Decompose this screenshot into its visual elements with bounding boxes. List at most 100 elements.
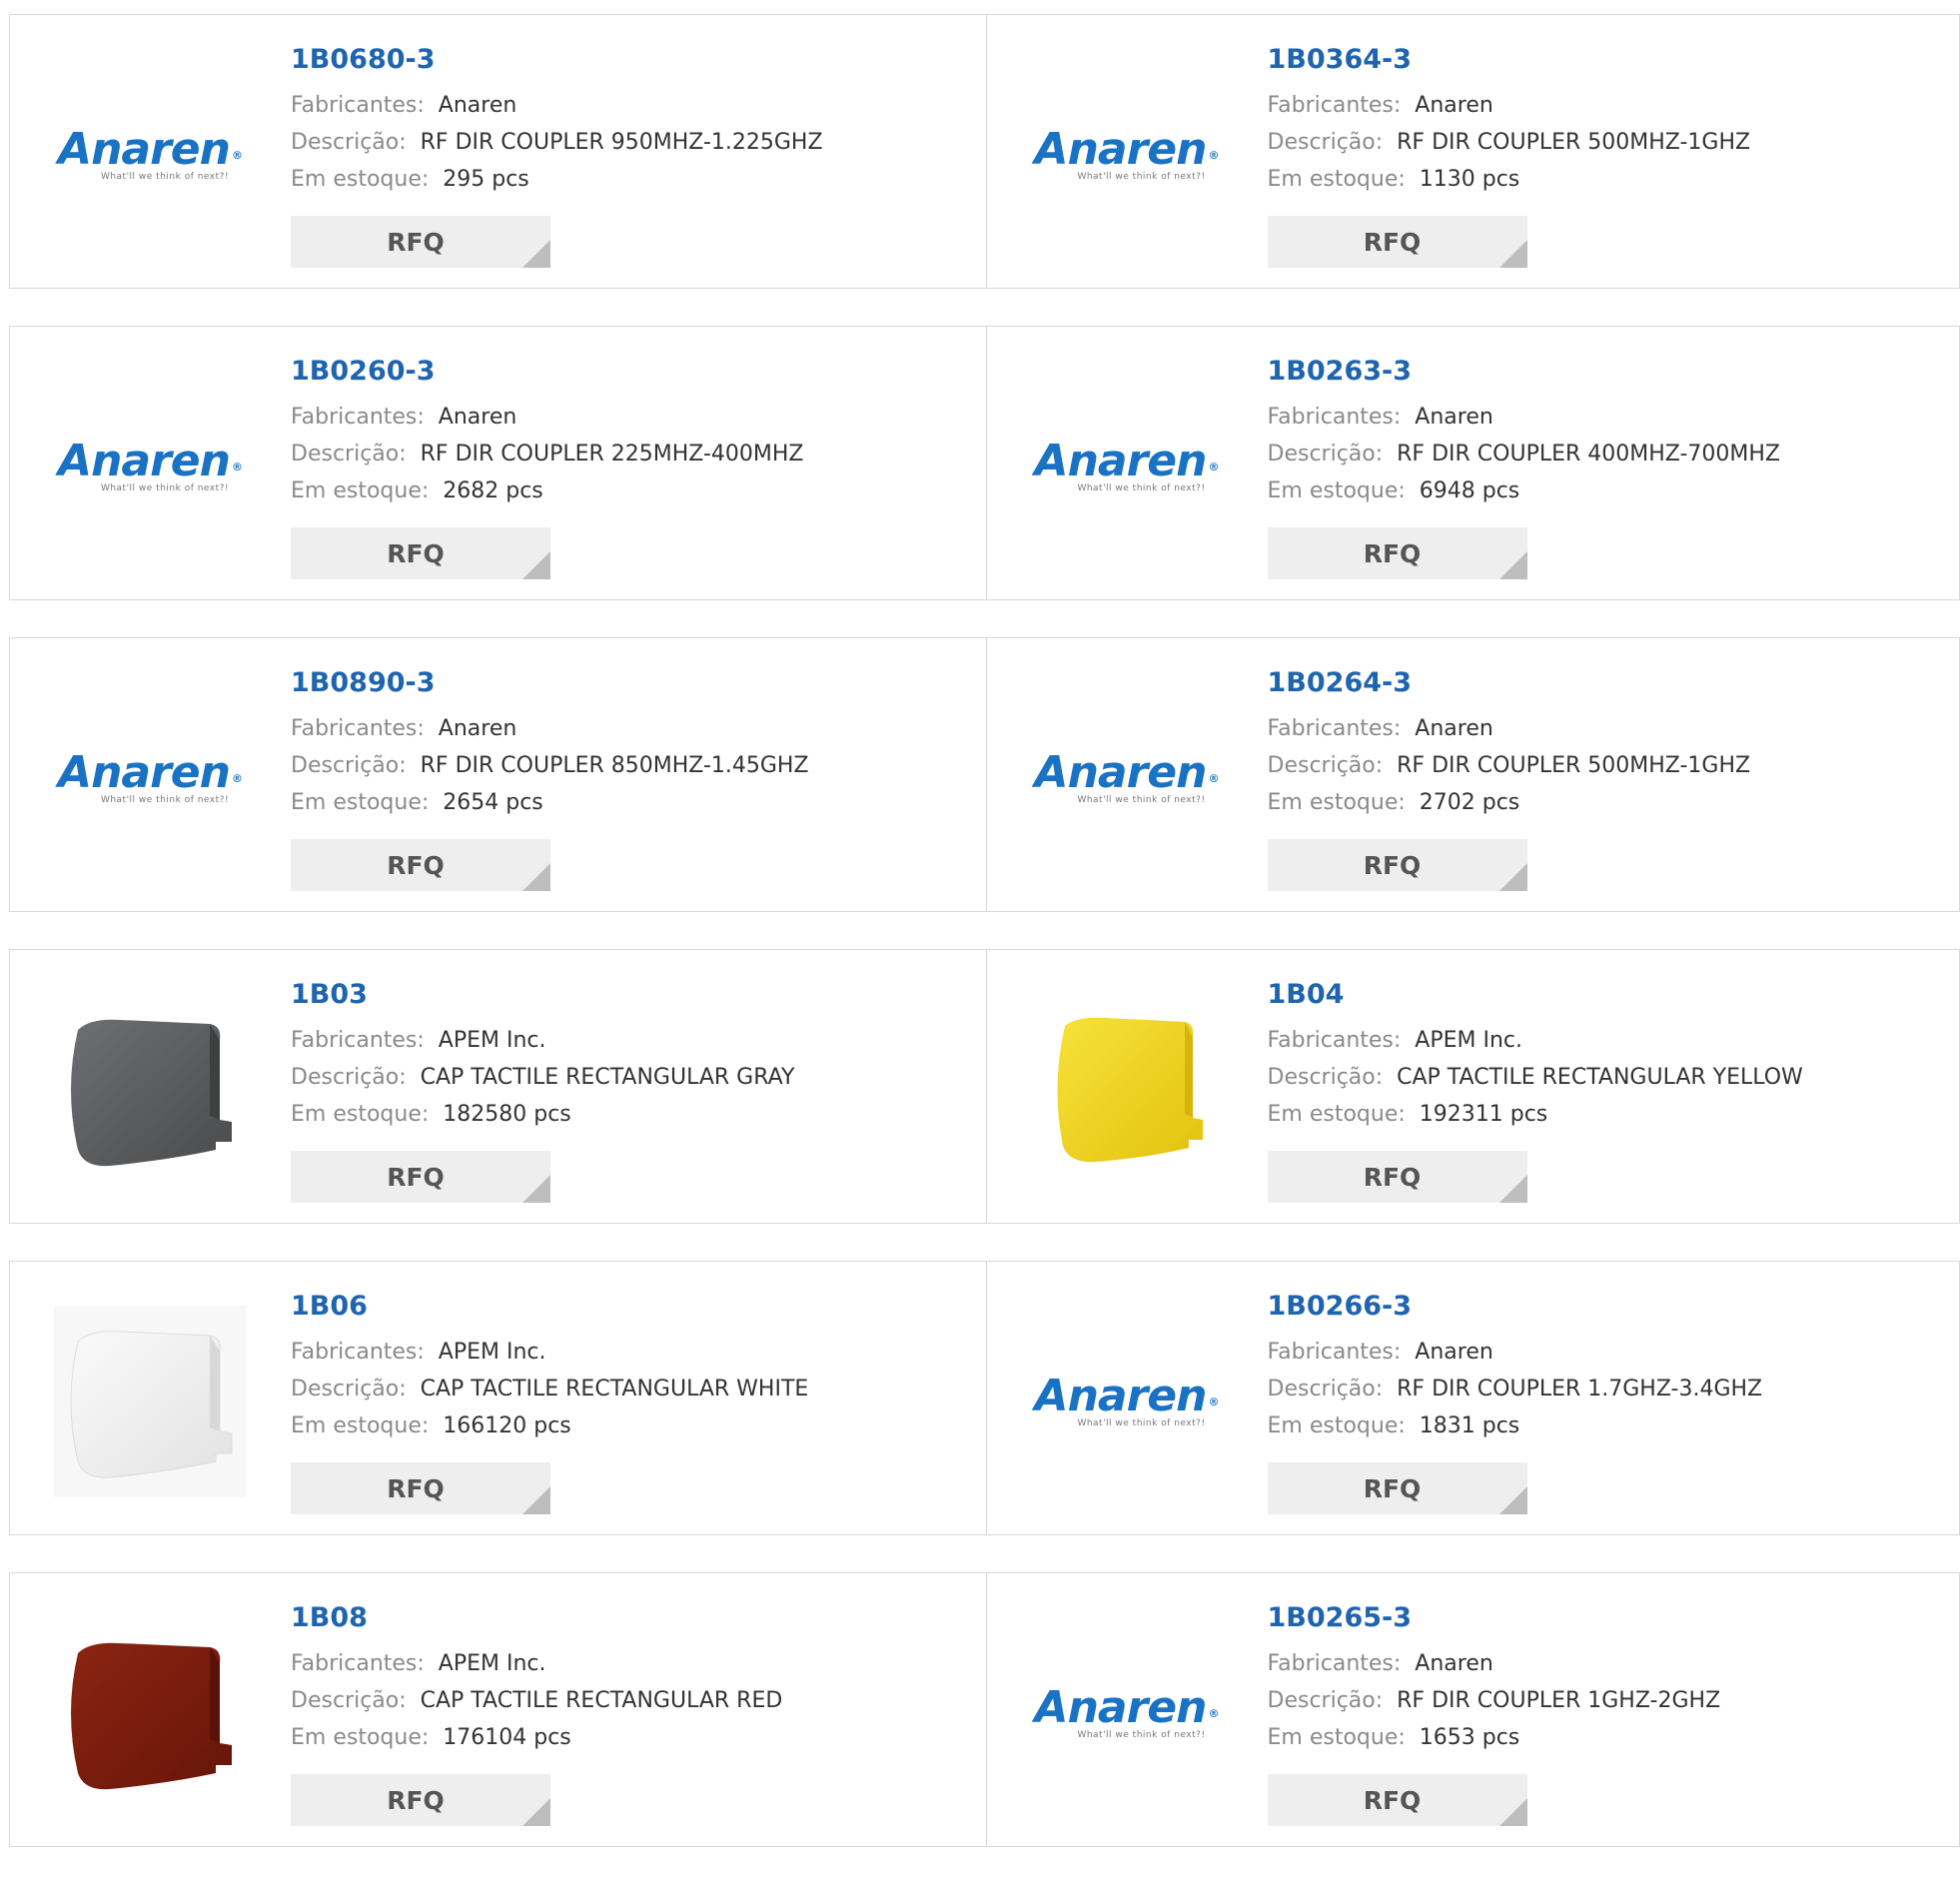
description-line: Descrição:CAP TACTILE RECTANGULAR WHITE: [291, 1371, 966, 1408]
stock-line: Em estoque:2682 pcs: [291, 472, 966, 509]
corner-triangle-icon: [522, 1798, 550, 1826]
stock-value: 182580 pcs: [443, 1102, 571, 1127]
description-value: RF DIR COUPLER 400MHZ-700MHZ: [1397, 442, 1780, 467]
anaren-logo[interactable]: Anaren®What'll we think of next?!: [45, 678, 255, 878]
stock-value: 295 pcs: [443, 167, 529, 192]
description-line: Descrição:RF DIR COUPLER 1GHZ-2GHZ: [1268, 1682, 1940, 1719]
manufacturer-value: Anaren: [439, 93, 517, 118]
yellow-cap-image[interactable]: [1022, 990, 1232, 1190]
product-card: 1B08 Fabricantes:APEM Inc. Descrição:CAP…: [9, 1572, 987, 1847]
gray-cap-image[interactable]: [45, 990, 255, 1190]
description-value: CAP TACTILE RECTANGULAR GRAY: [421, 1065, 795, 1090]
anaren-logo[interactable]: Anaren®What'll we think of next?!: [1022, 678, 1232, 878]
anaren-logo[interactable]: Anaren®What'll we think of next?!: [45, 55, 255, 255]
stock-line: Em estoque:1130 pcs: [1268, 161, 1940, 198]
part-number-link[interactable]: 1B0265-3: [1268, 1601, 1940, 1635]
manufacturer-value: APEM Inc.: [439, 1028, 546, 1053]
product-grid: Anaren®What'll we think of next?! 1B0680…: [9, 14, 1960, 1884]
description-value: RF DIR COUPLER 1.7GHZ-3.4GHZ: [1397, 1377, 1762, 1402]
part-number-link[interactable]: 1B03: [291, 978, 966, 1012]
manufacturer-value: Anaren: [1415, 716, 1493, 741]
red-cap-image[interactable]: [45, 1613, 255, 1813]
part-number-link[interactable]: 1B0364-3: [1268, 43, 1940, 77]
corner-triangle-icon: [522, 863, 550, 891]
manufacturer-line: Fabricantes:Anaren: [1268, 87, 1940, 124]
part-number-link[interactable]: 1B0264-3: [1268, 666, 1940, 700]
product-card: Anaren®What'll we think of next?! 1B0364…: [987, 14, 1960, 289]
rfq-button[interactable]: RFQ: [291, 839, 550, 891]
corner-triangle-icon: [1499, 1486, 1527, 1514]
part-number-link[interactable]: 1B0266-3: [1268, 1290, 1940, 1324]
product-card: 1B06 Fabricantes:APEM Inc. Descrição:CAP…: [9, 1261, 987, 1535]
part-number-link[interactable]: 1B08: [291, 1601, 966, 1635]
stock-line: Em estoque:176104 pcs: [291, 1719, 966, 1756]
stock-value: 192311 pcs: [1420, 1102, 1548, 1127]
stock-value: 2682 pcs: [443, 478, 543, 503]
description-line: Descrição:RF DIR COUPLER 500MHZ-1GHZ: [1268, 124, 1940, 161]
corner-triangle-icon: [522, 240, 550, 268]
part-number-link[interactable]: 1B0890-3: [291, 666, 966, 700]
anaren-logo[interactable]: Anaren®What'll we think of next?!: [1022, 55, 1232, 255]
product-card: Anaren®What'll we think of next?! 1B0260…: [9, 326, 987, 600]
manufacturer-line: Fabricantes:APEM Inc.: [291, 1022, 966, 1059]
description-value: RF DIR COUPLER 950MHZ-1.225GHZ: [421, 130, 823, 155]
manufacturer-value: Anaren: [1415, 405, 1493, 430]
corner-triangle-icon: [522, 1486, 550, 1514]
manufacturer-line: Fabricantes:Anaren: [291, 399, 966, 436]
description-line: Descrição:RF DIR COUPLER 500MHZ-1GHZ: [1268, 747, 1940, 784]
corner-triangle-icon: [1499, 551, 1527, 579]
description-line: Descrição:CAP TACTILE RECTANGULAR YELLOW: [1268, 1059, 1940, 1096]
manufacturer-value: APEM Inc.: [1415, 1028, 1522, 1053]
part-number-link[interactable]: 1B0680-3: [291, 43, 966, 77]
rfq-button[interactable]: RFQ: [1268, 1462, 1527, 1514]
corner-triangle-icon: [522, 551, 550, 579]
stock-value: 1653 pcs: [1420, 1725, 1520, 1750]
stock-value: 176104 pcs: [443, 1725, 571, 1750]
manufacturer-value: Anaren: [1415, 93, 1493, 118]
part-number-link[interactable]: 1B0260-3: [291, 355, 966, 389]
description-value: RF DIR COUPLER 850MHZ-1.45GHZ: [421, 753, 809, 778]
description-value: CAP TACTILE RECTANGULAR YELLOW: [1397, 1065, 1803, 1090]
manufacturer-line: Fabricantes:Anaren: [291, 710, 966, 747]
anaren-logo[interactable]: Anaren®What'll we think of next?!: [1022, 1302, 1232, 1501]
stock-line: Em estoque:1831 pcs: [1268, 1408, 1940, 1444]
stock-value: 6948 pcs: [1420, 478, 1520, 503]
part-number-link[interactable]: 1B06: [291, 1290, 966, 1324]
corner-triangle-icon: [1499, 1798, 1527, 1826]
stock-line: Em estoque:295 pcs: [291, 161, 966, 198]
rfq-button[interactable]: RFQ: [291, 1151, 550, 1203]
stock-line: Em estoque:182580 pcs: [291, 1096, 966, 1133]
rfq-button[interactable]: RFQ: [291, 1774, 550, 1826]
manufacturer-value: APEM Inc.: [439, 1340, 546, 1365]
anaren-logo[interactable]: Anaren®What'll we think of next?!: [45, 367, 255, 566]
rfq-button[interactable]: RFQ: [291, 1462, 550, 1514]
rfq-button[interactable]: RFQ: [1268, 527, 1527, 579]
white-cap-image[interactable]: [45, 1302, 255, 1501]
rfq-button[interactable]: RFQ: [1268, 1151, 1527, 1203]
rfq-button[interactable]: RFQ: [1268, 839, 1527, 891]
description-value: RF DIR COUPLER 500MHZ-1GHZ: [1397, 130, 1750, 155]
description-line: Descrição:CAP TACTILE RECTANGULAR GRAY: [291, 1059, 966, 1096]
corner-triangle-icon: [1499, 1175, 1527, 1203]
product-row: 1B08 Fabricantes:APEM Inc. Descrição:CAP…: [9, 1572, 1960, 1847]
description-line: Descrição:RF DIR COUPLER 950MHZ-1.225GHZ: [291, 124, 966, 161]
anaren-logo[interactable]: Anaren®What'll we think of next?!: [1022, 1613, 1232, 1813]
anaren-logo[interactable]: Anaren®What'll we think of next?!: [1022, 367, 1232, 566]
part-number-link[interactable]: 1B04: [1268, 978, 1940, 1012]
rfq-button[interactable]: RFQ: [1268, 216, 1527, 268]
description-value: CAP TACTILE RECTANGULAR WHITE: [421, 1377, 809, 1402]
stock-line: Em estoque:166120 pcs: [291, 1408, 966, 1444]
product-row: Anaren®What'll we think of next?! 1B0890…: [9, 637, 1960, 912]
manufacturer-line: Fabricantes:APEM Inc.: [1268, 1022, 1940, 1059]
manufacturer-line: Fabricantes:Anaren: [1268, 1334, 1940, 1371]
stock-value: 166120 pcs: [443, 1413, 571, 1438]
part-number-link[interactable]: 1B0263-3: [1268, 355, 1940, 389]
product-row: 1B06 Fabricantes:APEM Inc. Descrição:CAP…: [9, 1261, 1960, 1535]
description-line: Descrição:RF DIR COUPLER 850MHZ-1.45GHZ: [291, 747, 966, 784]
rfq-button[interactable]: RFQ: [291, 527, 550, 579]
product-card: Anaren®What'll we think of next?! 1B0264…: [987, 637, 1960, 912]
description-line: Descrição:RF DIR COUPLER 1.7GHZ-3.4GHZ: [1268, 1371, 1940, 1408]
rfq-button[interactable]: RFQ: [291, 216, 550, 268]
rfq-button[interactable]: RFQ: [1268, 1774, 1527, 1826]
corner-triangle-icon: [1499, 240, 1527, 268]
